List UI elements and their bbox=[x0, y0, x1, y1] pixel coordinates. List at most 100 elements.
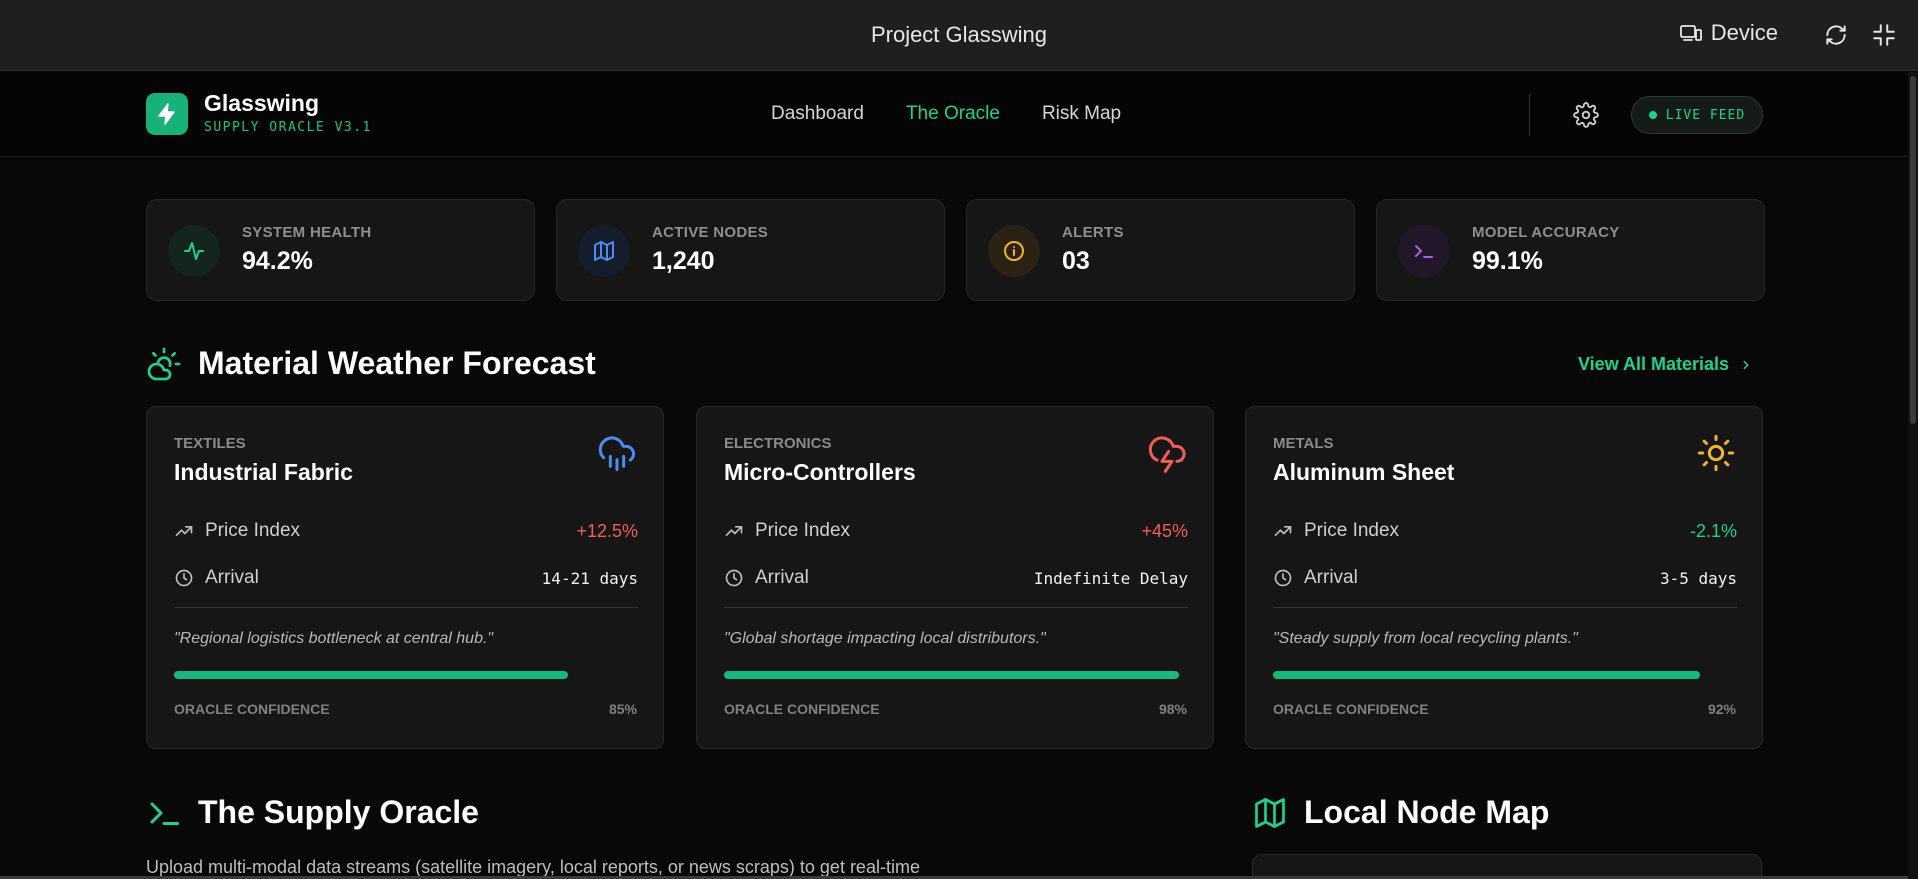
price-index-label: Price Index bbox=[1304, 520, 1400, 541]
arrival-label: Arrival bbox=[1304, 567, 1358, 588]
stat-card-system-health: SYSTEM HEALTH 94.2% bbox=[146, 199, 535, 301]
info-icon bbox=[1004, 241, 1024, 261]
arrival-label: Arrival bbox=[205, 567, 259, 588]
confidence-value: 98% bbox=[1158, 701, 1187, 717]
confidence-bar-fill bbox=[724, 671, 1179, 679]
device-button[interactable]: Device bbox=[1679, 20, 1778, 46]
exit-fullscreen-icon[interactable] bbox=[1871, 22, 1897, 48]
clock-icon bbox=[1274, 569, 1292, 587]
stat-icon-wrap bbox=[168, 225, 220, 277]
stat-icon-wrap bbox=[1398, 225, 1450, 277]
price-index-row: Price Index -2.1% bbox=[1273, 519, 1737, 543]
brand: Glasswing SUPPLY ORACLE V3.1 bbox=[204, 90, 372, 135]
material-card-industrial-fabric[interactable]: TEXTILES Industrial Fabric Price Index +… bbox=[146, 406, 664, 749]
confidence-bar bbox=[1273, 671, 1737, 679]
forecast-title: Material Weather Forecast bbox=[198, 345, 596, 381]
window-title: Project Glasswing bbox=[870, 22, 1048, 47]
arrival-row: Arrival 14-21 days bbox=[174, 566, 638, 590]
brand-name: Glasswing bbox=[204, 90, 320, 116]
rotate-icon[interactable] bbox=[1823, 22, 1849, 48]
confidence-label: ORACLE CONFIDENCE bbox=[1273, 701, 1429, 717]
gear-icon[interactable] bbox=[1573, 102, 1599, 128]
live-feed-label: LIVE FEED bbox=[1665, 107, 1746, 123]
divider bbox=[1273, 607, 1737, 608]
confidence-value: 85% bbox=[608, 701, 637, 717]
price-index-label: Price Index bbox=[755, 520, 851, 541]
stat-label: MODEL ACCURACY bbox=[1472, 224, 1620, 241]
view-all-materials-link[interactable]: View All Materials bbox=[1578, 354, 1753, 375]
live-feed-badge[interactable]: LIVE FEED bbox=[1631, 96, 1763, 134]
material-note: "Global shortage impacting local distrib… bbox=[724, 630, 1046, 647]
confidence-bar bbox=[724, 671, 1188, 679]
arrival-label: Arrival bbox=[755, 567, 809, 588]
price-index-label: Price Index bbox=[205, 520, 301, 541]
confidence-bar-fill bbox=[174, 671, 569, 679]
app-header: Glasswing SUPPLY ORACLE V3.1 Dashboard T… bbox=[0, 72, 1908, 157]
stat-value: 03 bbox=[1062, 247, 1090, 275]
price-index-row: Price Index +45% bbox=[724, 519, 1188, 543]
arrival-row: Arrival 3-5 days bbox=[1273, 566, 1737, 590]
stat-value: 94.2% bbox=[242, 247, 313, 275]
price-index-value: +12.5% bbox=[576, 520, 638, 541]
divider bbox=[174, 607, 638, 608]
trending-up-icon bbox=[175, 526, 193, 536]
stat-icon-wrap bbox=[578, 225, 630, 277]
live-dot bbox=[1648, 111, 1657, 119]
terminal-icon bbox=[1415, 245, 1433, 258]
view-all-label: View All Materials bbox=[1578, 354, 1730, 374]
material-note: "Steady supply from local recycling plan… bbox=[1273, 630, 1578, 647]
material-category: TEXTILES bbox=[174, 435, 246, 452]
activity-icon bbox=[184, 242, 204, 260]
material-name: Industrial Fabric bbox=[174, 459, 353, 485]
cloud-sun-icon bbox=[147, 347, 181, 381]
chevron-right-icon bbox=[1743, 360, 1749, 369]
clock-icon bbox=[725, 569, 743, 587]
nav-dashboard[interactable]: Dashboard bbox=[771, 103, 864, 125]
map-icon bbox=[594, 241, 614, 261]
trending-up-icon bbox=[725, 526, 743, 536]
trending-up-icon bbox=[1274, 526, 1292, 536]
material-category: ELECTRONICS bbox=[724, 435, 832, 452]
confidence-bar bbox=[174, 671, 638, 679]
scrollbar-thumb[interactable] bbox=[1910, 76, 1916, 424]
stat-icon-wrap bbox=[988, 225, 1040, 277]
price-index-value: -2.1% bbox=[1689, 520, 1737, 541]
device-label: Device bbox=[1710, 20, 1778, 45]
rain-cloud-icon bbox=[598, 436, 636, 472]
material-card-micro-controllers[interactable]: ELECTRONICS Micro-Controllers Price Inde… bbox=[696, 406, 1214, 749]
node-map-title: Local Node Map bbox=[1304, 794, 1550, 830]
logo[interactable] bbox=[146, 93, 188, 135]
scrollbar[interactable] bbox=[1908, 72, 1918, 879]
sun-icon bbox=[1697, 434, 1735, 472]
stat-card-alerts: ALERTS 03 bbox=[966, 199, 1355, 301]
arrival-value: 3-5 days bbox=[1659, 568, 1737, 588]
clock-icon bbox=[175, 569, 193, 587]
storm-cloud-icon bbox=[1148, 436, 1186, 473]
header-divider bbox=[1529, 94, 1530, 136]
stat-value: 1,240 bbox=[652, 247, 715, 275]
material-note: "Regional logistics bottleneck at centra… bbox=[174, 630, 494, 647]
material-card-aluminum-sheet[interactable]: METALS Aluminum Sheet Price Index -2.1% … bbox=[1245, 406, 1763, 749]
main-nav: Dashboard The Oracle Risk Map bbox=[771, 103, 1121, 125]
map-icon bbox=[1255, 798, 1285, 828]
stat-card-active-nodes: ACTIVE NODES 1,240 bbox=[556, 199, 945, 301]
terminal-icon bbox=[150, 802, 179, 825]
arrival-value: 14-21 days bbox=[541, 568, 638, 588]
nav-risk-map[interactable]: Risk Map bbox=[1042, 103, 1121, 125]
confidence-label: ORACLE CONFIDENCE bbox=[724, 701, 880, 717]
supply-oracle-description: Upload multi-modal data streams (satelli… bbox=[146, 857, 920, 877]
confidence-label: ORACLE CONFIDENCE bbox=[174, 701, 330, 717]
stat-label: ALERTS bbox=[1062, 224, 1124, 241]
devices-icon bbox=[1679, 25, 1702, 41]
confidence-bar-fill bbox=[1273, 671, 1700, 679]
lightning-bolt-icon bbox=[158, 103, 175, 125]
material-name: Aluminum Sheet bbox=[1273, 459, 1455, 485]
arrival-row: Arrival Indefinite Delay bbox=[724, 566, 1188, 590]
price-index-row: Price Index +12.5% bbox=[174, 519, 638, 543]
arrival-value: Indefinite Delay bbox=[1033, 568, 1188, 588]
stat-card-model-accuracy: MODEL ACCURACY 99.1% bbox=[1376, 199, 1765, 301]
nav-the-oracle[interactable]: The Oracle bbox=[906, 103, 1000, 125]
supply-oracle-title: The Supply Oracle bbox=[198, 794, 479, 830]
stat-value: 99.1% bbox=[1472, 247, 1543, 275]
divider bbox=[724, 607, 1188, 608]
